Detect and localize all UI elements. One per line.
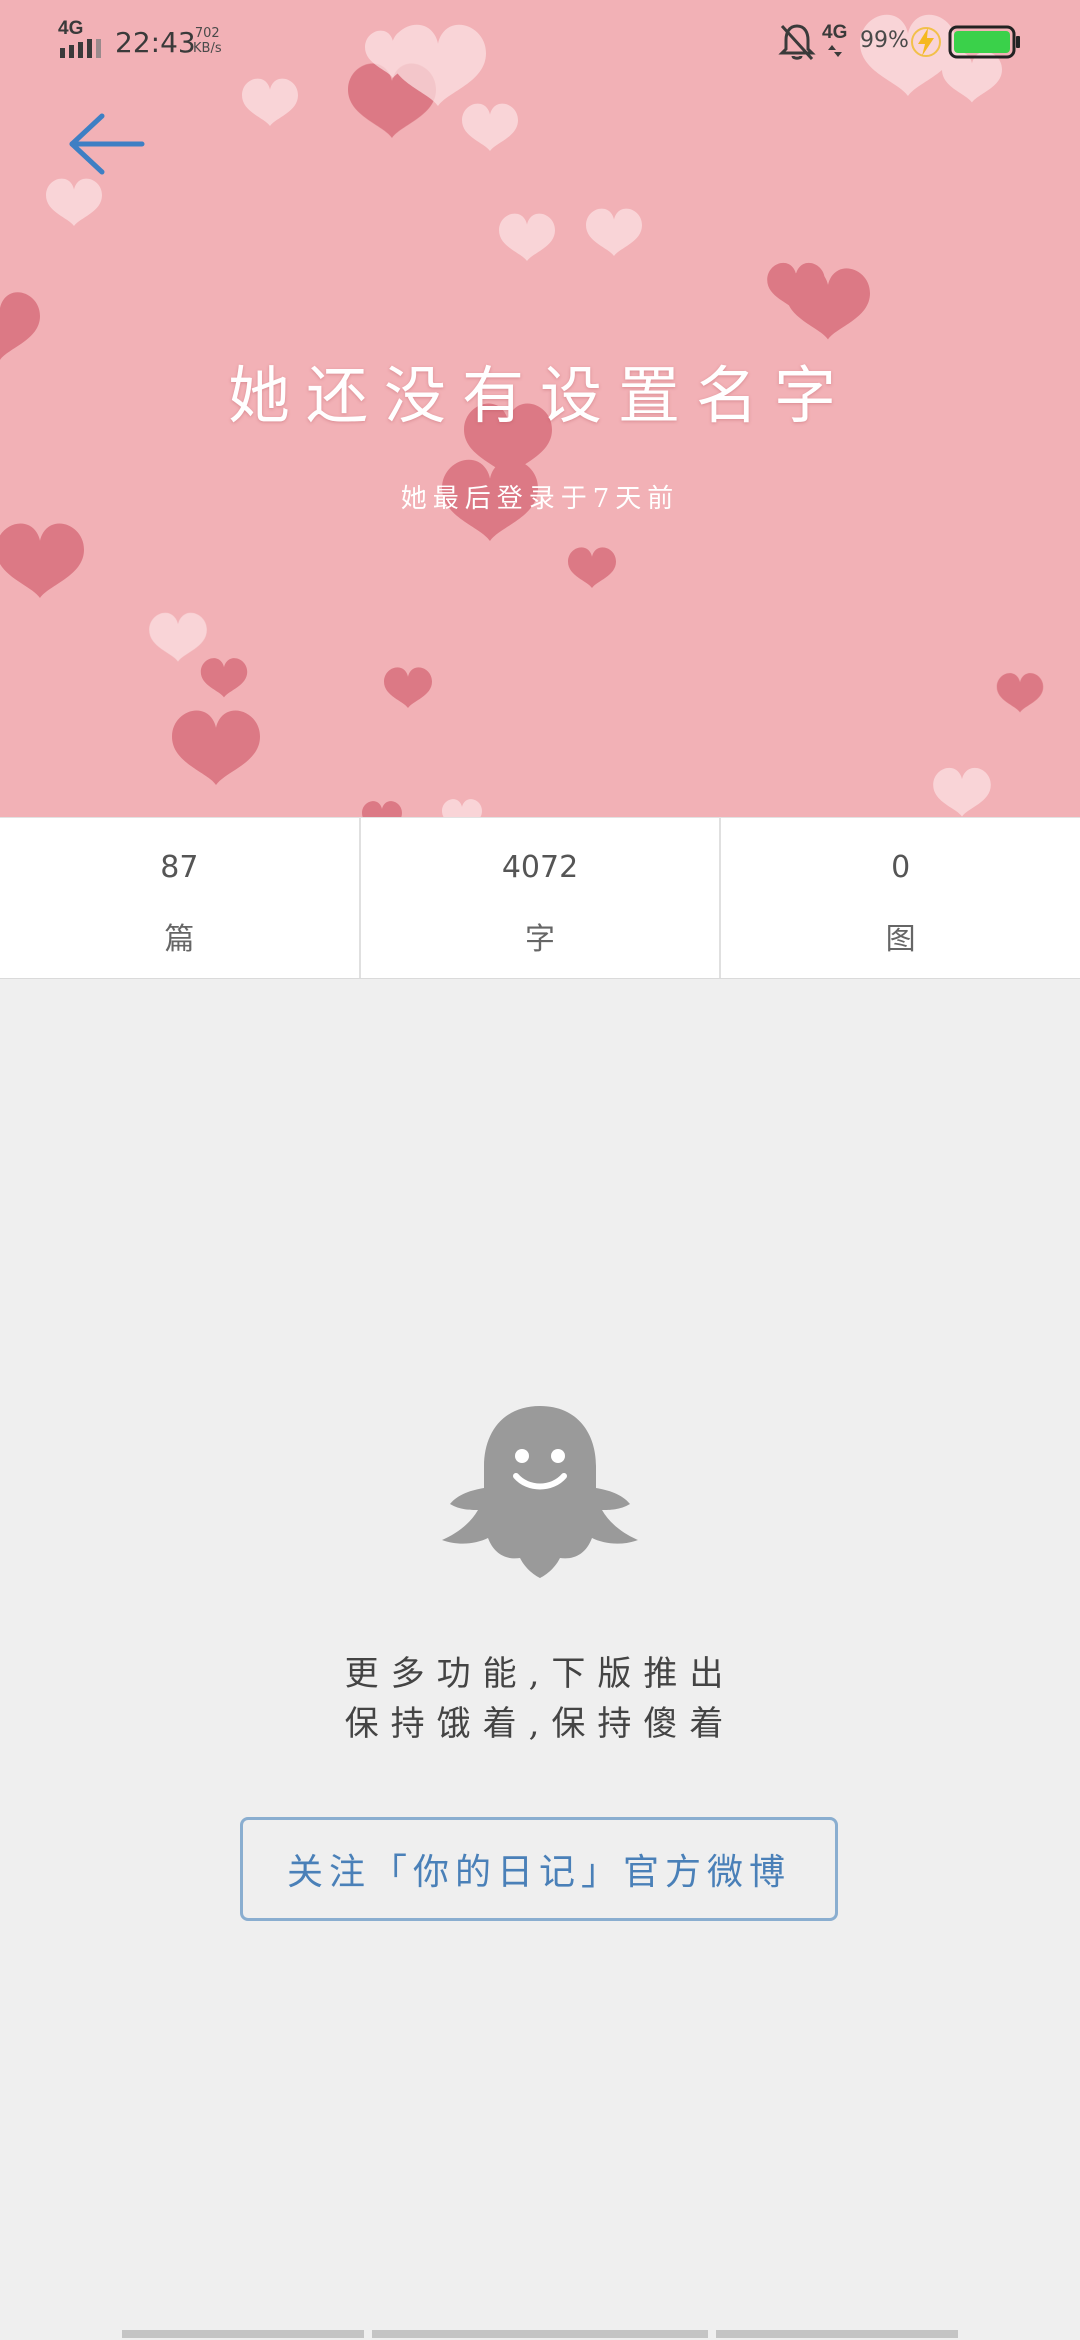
signal-icon: [60, 39, 101, 58]
battery-percent: 99%: [860, 28, 909, 53]
empty-message-line1: 更多功能,下版推出: [344, 1654, 736, 1694]
speed-value: 702: [194, 26, 220, 41]
back-arrow-icon[interactable]: [66, 112, 146, 176]
stats-bar: 87 篇 4072 字 0 图: [0, 817, 1080, 979]
network-type: 4G: [58, 18, 84, 39]
stat-value: 4072: [501, 850, 579, 885]
empty-message-line2: 保持饿着,保持傻着: [344, 1704, 736, 1744]
status-bar: 4G 22:43 702 KB/s 4G 99%: [0, 0, 1080, 84]
network-speed: 702 KB/s: [193, 26, 222, 56]
stat-label: 字: [525, 922, 555, 957]
stat-entries[interactable]: 87 篇: [0, 818, 361, 978]
stat-words[interactable]: 4072 字: [361, 818, 722, 978]
clock: 22:43: [115, 26, 196, 59]
data-arrows-icon: [828, 45, 842, 57]
indicator-segment: [122, 2330, 364, 2338]
stat-images[interactable]: 0 图: [721, 818, 1080, 978]
stat-label: 图: [885, 922, 916, 957]
charging-icon: [911, 27, 941, 57]
network-type-2: 4G: [822, 22, 848, 43]
stat-value: 87: [160, 850, 199, 885]
follow-weibo-button[interactable]: 关注「你的日记」官方微博: [240, 1817, 838, 1921]
indicator-segment: [372, 2330, 708, 2338]
indicator-segment: [716, 2330, 958, 2338]
bell-muted-icon: [778, 24, 816, 61]
stat-label: 篇: [164, 922, 195, 957]
profile-name: 她还没有设置名字: [227, 359, 852, 432]
stat-value: 0: [891, 850, 911, 885]
ghost-icon: [442, 1406, 638, 1578]
last-login: 她最后登录于7天前: [400, 484, 680, 514]
battery-icon: [948, 25, 1020, 59]
profile-header: 4G 22:43 702 KB/s 4G 99% 她还没有设置名字 她最后登录于…: [0, 0, 1080, 817]
speed-unit: KB/s: [193, 41, 222, 56]
bottom-indicator: [0, 2328, 1080, 2340]
